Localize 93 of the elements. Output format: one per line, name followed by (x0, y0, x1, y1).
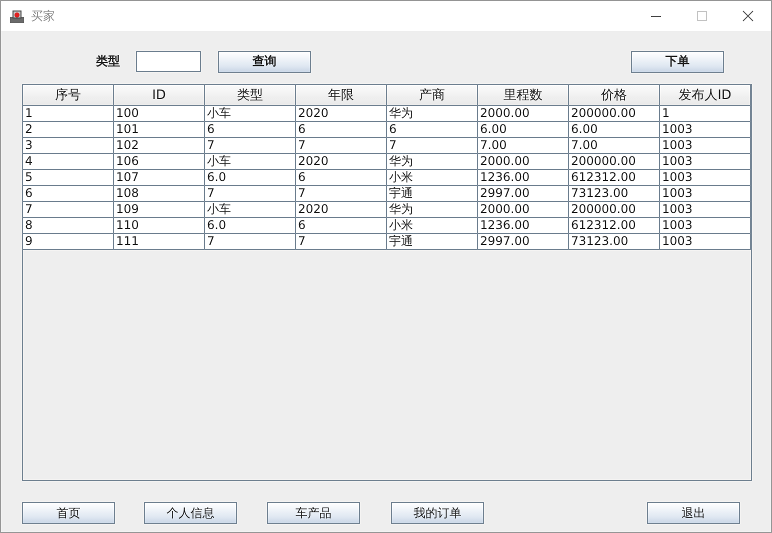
type-field[interactable] (136, 51, 201, 72)
column-header[interactable]: 产商 (387, 85, 478, 106)
table-cell: 宇通 (387, 234, 478, 250)
table-cell: 2 (23, 122, 114, 138)
table-cell: 1003 (660, 170, 751, 186)
table-cell: 1003 (660, 138, 751, 154)
table-cell: 6 (296, 122, 387, 138)
exit-button[interactable]: 退出 (647, 502, 740, 524)
table-cell: 华为 (387, 202, 478, 218)
table-cell: 6.0 (205, 218, 296, 234)
column-header[interactable]: 序号 (23, 85, 114, 106)
table-cell: 4 (23, 154, 114, 170)
query-button[interactable]: 查询 (218, 50, 311, 72)
table-cell: 7.00 (478, 138, 569, 154)
nav-button[interactable]: 车产品 (267, 502, 360, 524)
column-header[interactable]: 年限 (296, 85, 387, 106)
column-header[interactable]: ID (114, 85, 205, 106)
table-cell: 73123.00 (569, 186, 660, 202)
table-cell: 6 (296, 218, 387, 234)
table-cell: 107 (114, 170, 205, 186)
table-cell: 612312.00 (569, 218, 660, 234)
table-cell: 小车 (205, 202, 296, 218)
table-cell: 6.00 (478, 122, 569, 138)
table-cell: 108 (114, 186, 205, 202)
table-cell: 3 (23, 138, 114, 154)
table-cell: 7 (205, 234, 296, 250)
table-cell: 2000.00 (478, 106, 569, 122)
table-cell: 2997.00 (478, 234, 569, 250)
table-cell: 200000.00 (569, 154, 660, 170)
maximize-icon (696, 10, 708, 22)
table-cell: 1 (23, 106, 114, 122)
table-cell: 7 (23, 202, 114, 218)
table-cell: 1003 (660, 154, 751, 170)
table-cell: 9 (23, 234, 114, 250)
nav-button[interactable]: 首页 (22, 502, 115, 524)
table-cell: 1003 (660, 218, 751, 234)
column-header[interactable]: 发布人ID (660, 85, 751, 106)
table-cell: 1003 (660, 202, 751, 218)
table-cell: 1003 (660, 186, 751, 202)
table-cell: 2020 (296, 154, 387, 170)
table-cell: 华为 (387, 106, 478, 122)
table-cell: 6 (205, 122, 296, 138)
table-cell: 6 (23, 186, 114, 202)
table-cell: 109 (114, 202, 205, 218)
table-cell: 73123.00 (569, 234, 660, 250)
table-cell: 7 (296, 234, 387, 250)
nav-button[interactable]: 个人信息 (144, 502, 237, 524)
table-cell: 7.00 (569, 138, 660, 154)
table-cell: 6.0 (205, 170, 296, 186)
table-cell: 7 (205, 138, 296, 154)
table-cell: 2000.00 (478, 154, 569, 170)
table-cell: 200000.00 (569, 202, 660, 218)
close-icon (742, 10, 754, 22)
table-cell: 1003 (660, 122, 751, 138)
table-cell: 小车 (205, 106, 296, 122)
table-cell: 1236.00 (478, 170, 569, 186)
table-cell: 1 (660, 106, 751, 122)
table-cell: 华为 (387, 154, 478, 170)
column-header[interactable]: 价格 (569, 85, 660, 106)
table-cell: 8 (23, 218, 114, 234)
table-cell: 小车 (205, 154, 296, 170)
table-cell: 2020 (296, 202, 387, 218)
table-cell: 宇通 (387, 186, 478, 202)
table-cell: 110 (114, 218, 205, 234)
table-cell: 小米 (387, 218, 478, 234)
table-cell: 7 (296, 186, 387, 202)
app-icon (9, 8, 25, 24)
table-cell: 101 (114, 122, 205, 138)
table-cell: 6.00 (569, 122, 660, 138)
nav-button[interactable]: 我的订单 (391, 502, 484, 524)
table-cell: 5 (23, 170, 114, 186)
window-title: 买家 (31, 8, 56, 24)
table-cell: 102 (114, 138, 205, 154)
table-cell: 1003 (660, 234, 751, 250)
table-cell: 1236.00 (478, 218, 569, 234)
table-cell: 106 (114, 154, 205, 170)
table-cell: 2000.00 (478, 202, 569, 218)
table-cell: 612312.00 (569, 170, 660, 186)
table-cell: 2997.00 (478, 186, 569, 202)
table-cell: 小米 (387, 170, 478, 186)
column-header[interactable]: 类型 (205, 85, 296, 106)
table-cell: 7 (205, 186, 296, 202)
order-button[interactable]: 下单 (631, 50, 724, 72)
column-header[interactable]: 里程数 (478, 85, 569, 106)
table-cell: 7 (296, 138, 387, 154)
table-cell: 2020 (296, 106, 387, 122)
type-label: 类型 (96, 53, 121, 70)
table-cell: 100 (114, 106, 205, 122)
table-cell: 6 (296, 170, 387, 186)
table-cell: 111 (114, 234, 205, 250)
table-cell: 7 (387, 138, 478, 154)
table-cell: 200000.00 (569, 106, 660, 122)
table-cell: 6 (387, 122, 478, 138)
